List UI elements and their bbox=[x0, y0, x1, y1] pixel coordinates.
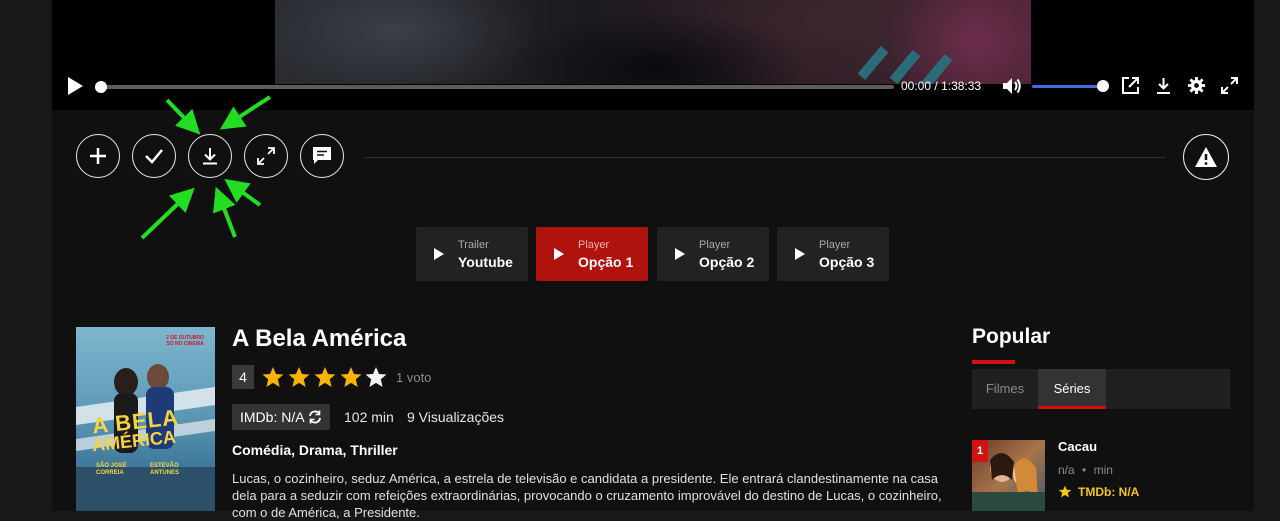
server-label-small: Player bbox=[819, 239, 851, 251]
star-icon bbox=[314, 367, 336, 387]
server-button-trailer[interactable]: Trailer Youtube bbox=[416, 227, 528, 281]
star-icon bbox=[365, 367, 387, 387]
movie-title: A Bela América bbox=[232, 325, 407, 352]
settings-icon[interactable] bbox=[1187, 76, 1206, 95]
star-icon bbox=[1058, 485, 1072, 498]
item-year: n/a bbox=[1058, 463, 1075, 477]
refresh-icon bbox=[308, 410, 321, 424]
play-icon bbox=[554, 248, 564, 260]
rating-score: 4 bbox=[232, 365, 254, 389]
star-icon bbox=[262, 367, 284, 387]
star-icon bbox=[340, 367, 362, 387]
current-time: 00:00 bbox=[901, 79, 932, 93]
play-icon bbox=[795, 248, 805, 260]
seek-bar[interactable] bbox=[100, 85, 894, 89]
time-display: 00:00 / 1:38:33 bbox=[901, 79, 981, 93]
server-label: Youtube bbox=[458, 254, 513, 270]
server-button-option-2[interactable]: Player Opção 2 bbox=[657, 227, 769, 281]
poster-actor-1: SÃO JOSÉ CORREIA bbox=[96, 463, 127, 476]
download-icon[interactable] bbox=[1154, 76, 1173, 95]
volume-icon[interactable] bbox=[1002, 77, 1022, 95]
server-button-option-1[interactable]: Player Opção 1 bbox=[536, 227, 648, 281]
comment-icon bbox=[313, 147, 331, 164]
rank-badge: 1 bbox=[972, 440, 988, 462]
play-icon bbox=[434, 248, 444, 260]
seek-handle[interactable] bbox=[95, 81, 107, 93]
poster-actor-2: ESTEVÃO ANTUNES bbox=[150, 463, 180, 476]
synopsis: Lucas, o cozinheiro, seduz América, a es… bbox=[232, 471, 942, 520]
open-external-icon[interactable] bbox=[1121, 76, 1140, 95]
genres: Comédia, Drama, Thriller bbox=[232, 442, 398, 458]
video-frame[interactable] bbox=[275, 0, 1031, 84]
movie-poster[interactable]: 2 DE OUTUBRO SÓ NO CINEMA A BELA AMÉRICA… bbox=[76, 327, 215, 511]
add-to-list-button[interactable] bbox=[76, 134, 120, 178]
play-icon[interactable] bbox=[66, 76, 84, 96]
popular-heading: Popular bbox=[972, 325, 1051, 348]
tab-filmes[interactable]: Filmes bbox=[972, 369, 1038, 409]
divider bbox=[364, 157, 1166, 158]
view-count: 9 Visualizações bbox=[407, 409, 505, 425]
imdb-badge[interactable]: IMDb: N/A bbox=[232, 404, 330, 430]
plus-icon bbox=[90, 148, 106, 164]
server-label: Opção 1 bbox=[578, 254, 634, 270]
popular-item-tmdb: TMDb: N/A bbox=[1058, 485, 1139, 499]
vote-count: 1 voto bbox=[396, 370, 432, 385]
server-label-small: Trailer bbox=[458, 239, 489, 251]
warning-icon bbox=[1195, 147, 1217, 167]
star-rating[interactable] bbox=[262, 366, 388, 395]
popular-item-thumbnail[interactable]: 1 bbox=[972, 440, 1045, 511]
play-icon bbox=[675, 248, 685, 260]
item-duration: min bbox=[1093, 463, 1113, 477]
star-icon bbox=[288, 367, 310, 387]
volume-handle[interactable] bbox=[1097, 80, 1109, 92]
annotation-arrows bbox=[140, 95, 272, 240]
tab-series[interactable]: Séries bbox=[1038, 369, 1106, 409]
imdb-rating: IMDb: N/A bbox=[240, 409, 304, 425]
fullscreen-icon[interactable] bbox=[1220, 76, 1239, 95]
duration: 1:38:33 bbox=[941, 79, 982, 93]
server-label: Opção 3 bbox=[819, 254, 875, 270]
popular-item-meta: n/a • min bbox=[1058, 463, 1113, 477]
tmdb-rating: TMDb: N/A bbox=[1078, 485, 1140, 499]
server-label-small: Player bbox=[578, 239, 610, 251]
poster-release-text: 2 DE OUTUBRO SÓ NO CINEMA bbox=[166, 335, 204, 347]
dot-separator: • bbox=[1082, 463, 1087, 477]
popular-item-title[interactable]: Cacau bbox=[1058, 439, 1097, 454]
report-button[interactable] bbox=[1183, 134, 1229, 180]
server-label: Opção 2 bbox=[699, 254, 755, 270]
runtime: 102 min bbox=[344, 409, 394, 425]
comments-button[interactable] bbox=[300, 134, 344, 178]
heading-underline bbox=[972, 360, 1015, 364]
server-button-option-3[interactable]: Player Opção 3 bbox=[777, 227, 889, 281]
server-label-small: Player bbox=[699, 239, 731, 251]
time-separator: / bbox=[934, 79, 938, 93]
volume-slider[interactable] bbox=[1032, 85, 1104, 88]
popular-tabs: Filmes Séries bbox=[972, 369, 1230, 409]
